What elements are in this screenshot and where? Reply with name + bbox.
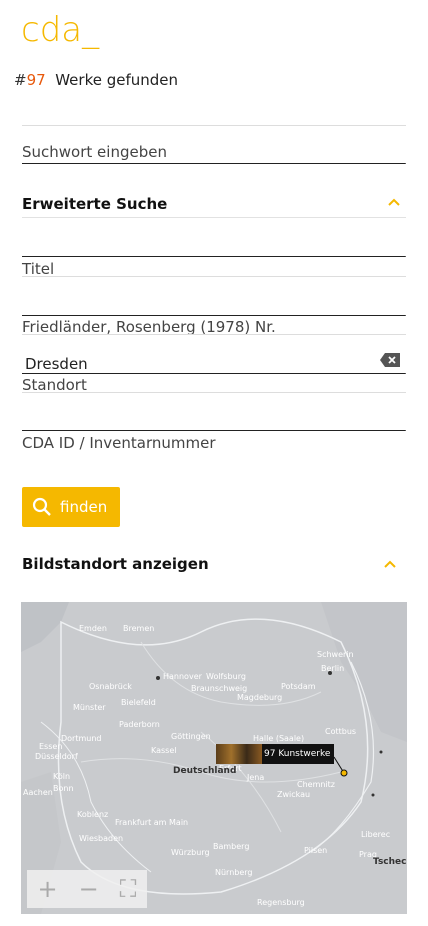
search-placeholder: Suchwort eingeben (22, 143, 167, 161)
search-icon (32, 497, 51, 516)
city-label: Magdeburg (237, 693, 283, 702)
city-label: Bonn (53, 784, 74, 793)
city-label: Köln (53, 772, 71, 781)
city-label: Wolfsburg (206, 672, 246, 681)
city-label: Emden (79, 624, 107, 633)
results-number: 97 (26, 71, 46, 89)
zoom-in-icon[interactable]: + (37, 877, 57, 901)
location-map[interactable]: Emden Bremen Schwerin Hannover Wolfsburg… (21, 602, 407, 914)
results-hash: # (14, 71, 27, 89)
chevron-up-icon[interactable] (383, 559, 397, 569)
results-label: Werke gefunden (55, 71, 179, 89)
city-label: Jena (247, 773, 265, 782)
city-label: Hannover (163, 672, 202, 681)
city-label: Aachen (23, 788, 53, 797)
city-label: Zwickau (277, 790, 311, 799)
clear-input-icon[interactable] (379, 352, 401, 368)
location-value[interactable]: Dresden (25, 355, 88, 373)
chevron-up-icon[interactable] (387, 197, 401, 207)
logo[interactable]: cda_ (21, 10, 99, 50)
city-label: Chemnitz (297, 780, 335, 789)
city-label: Schwerin (317, 650, 354, 659)
city-label: Regensburg (257, 898, 305, 907)
city-label: Dortmund (61, 734, 102, 743)
city-label: Liberec (361, 830, 391, 839)
city-label: Essen (39, 742, 63, 751)
map-section-title[interactable]: Bildstandort anzeigen (22, 555, 209, 573)
city-label: Nürnberg (215, 868, 253, 877)
city-label: Münster (73, 703, 106, 712)
city-label: Potsdam (281, 682, 316, 691)
city-label: Göttingen (171, 732, 211, 741)
city-label: Paderborn (119, 720, 160, 729)
city-label: Düsseldorf (35, 752, 78, 761)
city-label: Bielefeld (121, 698, 156, 707)
city-label: Braunschweig (191, 684, 248, 693)
find-button[interactable]: finden (22, 487, 120, 527)
advanced-search-title[interactable]: Erweiterte Suche (22, 195, 167, 213)
cda-id-label: CDA ID / Inventarnummer (22, 434, 216, 452)
map-background (21, 602, 407, 914)
marker-label: 97 Kunstwerke (264, 749, 331, 759)
map-marker[interactable]: 97 Kunstwerke (216, 744, 335, 764)
city-label: Halle (Saale) (253, 734, 305, 743)
country-label: Deutschland (173, 766, 237, 776)
city-label: Frankfurt am Main (115, 818, 189, 827)
city-label: Wiesbaden (79, 834, 124, 843)
city-label: Würzburg (171, 848, 210, 857)
results-count: #97 Werke gefunden (14, 71, 178, 89)
city-label: Bremen (123, 624, 155, 633)
fullscreen-icon[interactable]: ⛶ (120, 877, 137, 901)
city-label: Koblenz (77, 810, 109, 819)
country-label: Tschechien (373, 857, 407, 867)
zoom-out-icon[interactable]: − (79, 877, 99, 901)
city-label: Berlin (321, 664, 345, 673)
city-label: Kassel (151, 746, 177, 755)
city-label: Osnabrück (89, 682, 132, 691)
city-label: Pilsen (304, 846, 328, 855)
city-label: Bamberg (213, 842, 250, 851)
artwork-thumbnail (216, 744, 262, 764)
map-controls: + − ⛶ (27, 870, 147, 908)
city-label: Cottbus (325, 727, 357, 736)
find-button-label: finden (60, 498, 108, 516)
